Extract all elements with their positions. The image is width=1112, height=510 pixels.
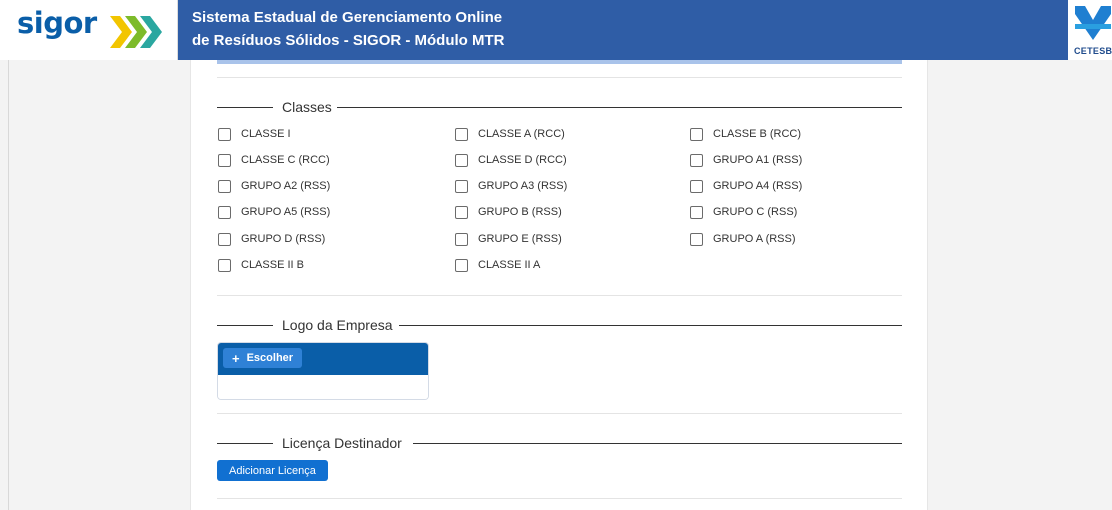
checkbox-box[interactable] (455, 205, 468, 219)
classes-legend-text: Classes (282, 99, 332, 115)
checkbox-box[interactable] (218, 153, 231, 167)
checkbox-label: GRUPO A2 (RSS) (241, 180, 331, 192)
checkbox-grupo-a5-rss[interactable]: GRUPO A5 (RSS) (218, 203, 330, 221)
checkbox-box[interactable] (690, 205, 703, 219)
form-panel: Classes CLASSE I CLASSE A (RCC) CLASSE B… (190, 60, 928, 510)
checkbox-grupo-a2-rss[interactable]: GRUPO A2 (RSS) (218, 177, 330, 195)
checkbox-box[interactable] (218, 179, 231, 193)
licenca-legend-text: Licença Destinador (282, 435, 402, 451)
checkbox-classe-c-rcc[interactable]: CLASSE C (RCC) (218, 151, 330, 169)
checkbox-label: GRUPO C (RSS) (713, 206, 798, 218)
sigor-logo-text: sigor (17, 6, 97, 40)
checkbox-box[interactable] (455, 153, 468, 167)
checkbox-box[interactable] (455, 179, 468, 193)
cetesb-logo-text: CETESB (1074, 46, 1112, 56)
checkbox-label: GRUPO A (RSS) (713, 233, 796, 245)
checkbox-label: CLASSE D (RCC) (478, 154, 567, 166)
checkbox-label: CLASSE II A (478, 259, 541, 271)
checkbox-classe-b-rcc[interactable]: CLASSE B (RCC) (690, 125, 801, 143)
checkbox-grupo-a1-rss[interactable]: GRUPO A1 (RSS) (690, 151, 802, 169)
plus-icon: + (232, 350, 240, 366)
logo-upload-widget[interactable]: + Escolher (217, 342, 429, 400)
section-divider (217, 498, 902, 499)
app-header: sigor Sistema Estadual de Gerenciamento … (0, 0, 1112, 60)
licenca-legend: Licença Destinador (217, 433, 902, 453)
checkbox-box[interactable] (218, 205, 231, 219)
checkbox-grupo-a-rss[interactable]: GRUPO A (RSS) (690, 230, 796, 248)
checkbox-grupo-b-rss[interactable]: GRUPO B (RSS) (455, 203, 562, 221)
cetesb-emblem-icon (1075, 6, 1111, 40)
checkbox-box[interactable] (218, 127, 231, 141)
system-title-line1: Sistema Estadual de Gerenciamento Online (192, 9, 503, 26)
checkbox-label: CLASSE I (241, 128, 291, 140)
logo-empresa-legend: Logo da Empresa (217, 315, 902, 335)
section-divider (217, 413, 902, 414)
checkbox-label: GRUPO A3 (RSS) (478, 180, 568, 192)
left-divider (8, 60, 9, 510)
checkbox-grupo-e-rss[interactable]: GRUPO E (RSS) (455, 230, 562, 248)
checkbox-label: GRUPO B (RSS) (478, 206, 562, 218)
choose-file-label: Escolher (246, 352, 294, 364)
checkbox-box[interactable] (455, 127, 468, 141)
checkbox-grupo-a4-rss[interactable]: GRUPO A4 (RSS) (690, 177, 802, 195)
sigor-logo[interactable]: sigor (0, 0, 178, 60)
checkbox-label: CLASSE A (RCC) (478, 128, 565, 140)
checkbox-box[interactable] (218, 258, 231, 272)
checkbox-grupo-a3-rss[interactable]: GRUPO A3 (RSS) (455, 177, 567, 195)
checkbox-classe-ii-b[interactable]: CLASSE II B (218, 256, 304, 274)
checkbox-label: CLASSE II B (241, 259, 304, 271)
classes-legend: Classes (217, 97, 902, 117)
logo-empresa-legend-text: Logo da Empresa (282, 317, 393, 333)
accent-strip (217, 60, 902, 64)
checkbox-box[interactable] (455, 258, 468, 272)
checkbox-classe-i[interactable]: CLASSE I (218, 125, 291, 143)
checkbox-classe-d-rcc[interactable]: CLASSE D (RCC) (455, 151, 567, 169)
checkbox-box[interactable] (455, 232, 468, 246)
upload-dropzone[interactable] (218, 375, 428, 399)
checkbox-label: CLASSE B (RCC) (713, 128, 802, 140)
add-license-button[interactable]: Adicionar Licença (217, 460, 328, 481)
system-title-line2: de Resíduos Sólidos - SIGOR - Módulo MTR (192, 32, 505, 49)
checkbox-box[interactable] (690, 232, 703, 246)
chevrons-logo-icon (110, 16, 162, 48)
checkbox-label: GRUPO A1 (RSS) (713, 154, 803, 166)
section-divider (217, 77, 902, 78)
checkbox-box[interactable] (690, 127, 703, 141)
checkbox-box[interactable] (690, 153, 703, 167)
checkbox-label: GRUPO A4 (RSS) (713, 180, 803, 192)
section-divider (217, 295, 902, 296)
checkbox-classe-a-rcc[interactable]: CLASSE A (RCC) (455, 125, 565, 143)
checkbox-box[interactable] (690, 179, 703, 193)
checkbox-box[interactable] (218, 232, 231, 246)
checkbox-label: GRUPO D (RSS) (241, 233, 326, 245)
checkbox-classe-ii-a[interactable]: CLASSE II A (455, 256, 540, 274)
checkbox-grupo-c-rss[interactable]: GRUPO C (RSS) (690, 203, 797, 221)
checkbox-label: GRUPO A5 (RSS) (241, 206, 331, 218)
upload-toolbar: + Escolher (218, 343, 428, 375)
cetesb-logo: CETESB (1068, 0, 1112, 60)
choose-file-button[interactable]: + Escolher (223, 348, 303, 368)
checkbox-label: GRUPO E (RSS) (478, 233, 562, 245)
checkbox-label: CLASSE C (RCC) (241, 154, 330, 166)
checkbox-grupo-d-rss[interactable]: GRUPO D (RSS) (218, 230, 325, 248)
system-title-bar: Sistema Estadual de Gerenciamento Online… (178, 0, 1068, 60)
